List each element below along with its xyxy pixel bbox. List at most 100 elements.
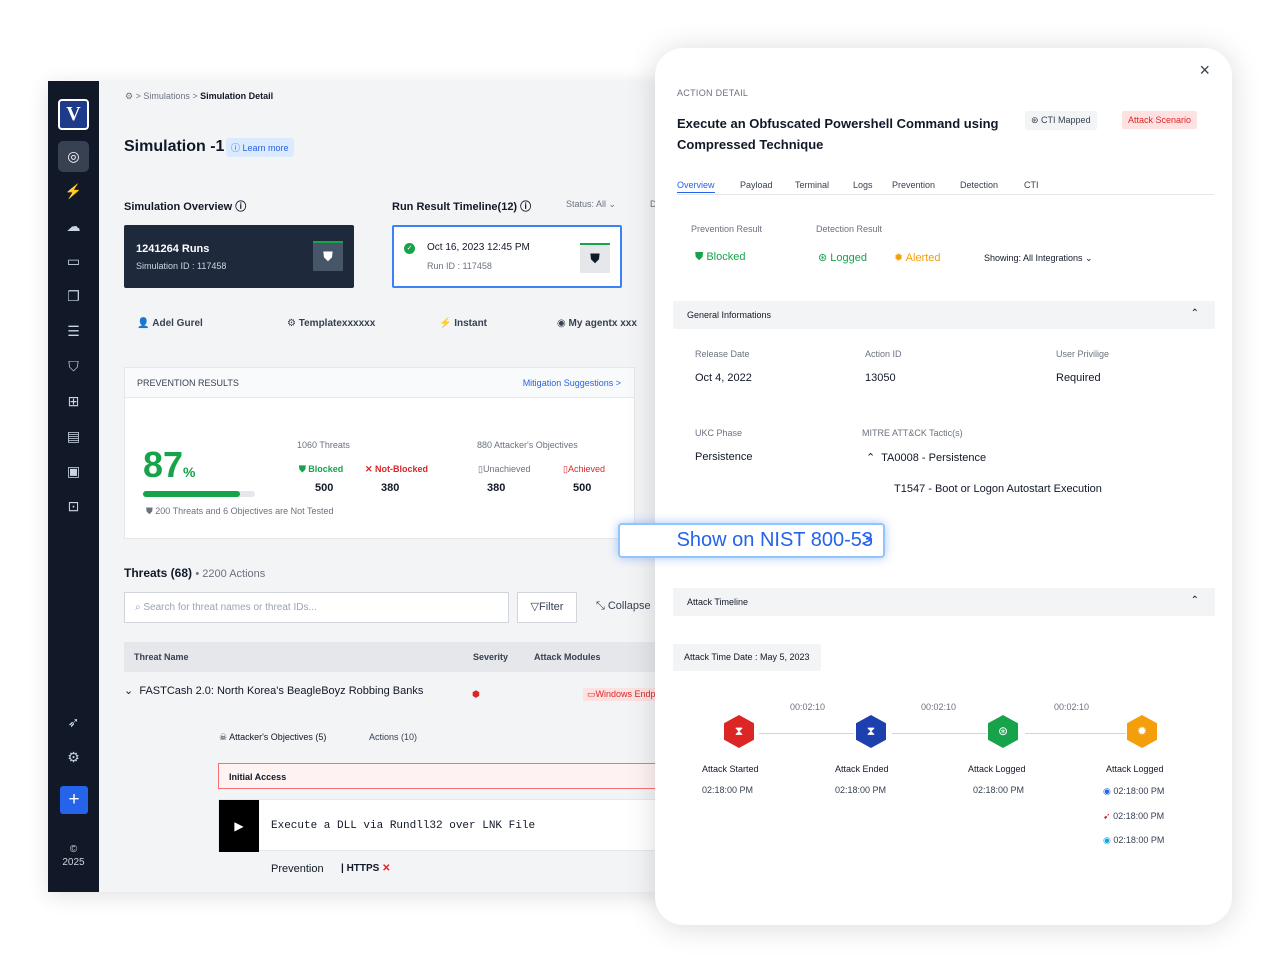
detection-result-label: Detection Result: [816, 224, 883, 234]
objectives-tab[interactable]: ☠ Attacker's Objectives (5): [219, 732, 326, 743]
status-filter[interactable]: Status: All ⌄: [566, 199, 616, 210]
event-label-logged: Attack Logged: [968, 764, 1026, 774]
action-detail-panel: ACTION DETAIL × Execute an Obfuscated Po…: [655, 48, 1232, 925]
action-title: Execute an Obfuscated Powershell Command…: [677, 116, 999, 152]
mitre-technique[interactable]: T1547 - Boot or Logon Autostart Executio…: [894, 483, 1102, 495]
attack-date: Attack Time Date : May 5, 2023: [673, 644, 821, 671]
chrome-icon: ◉: [557, 318, 566, 329]
action-row[interactable]: ▶ Execute a DLL via Rundll32 over LNK Fi…: [218, 799, 688, 852]
runs-count: 1241264 Runs: [136, 243, 210, 255]
tab-overview[interactable]: Overview: [677, 180, 715, 193]
release-date: Oct 4, 2022: [695, 372, 752, 384]
not-blocked-icon: ✕: [382, 863, 391, 874]
play-icon[interactable]: ▶: [219, 800, 259, 852]
settings-icon[interactable]: ⚙: [58, 742, 89, 773]
event-label-started: Attack Started: [702, 764, 759, 774]
cti-mapped-badge: ⊛ CTI Mapped: [1025, 111, 1097, 130]
severity-icon: ⬢: [472, 689, 480, 699]
nav-rail: V ◎ ⚡ ☁ ▭ ❐ ☰ ⛉ ⊞ ▤ ▣ ⊡ ➶ ⚙ + © 2025: [48, 81, 99, 892]
lightning-icon[interactable]: ⚡: [58, 176, 89, 207]
learn-more-link[interactable]: ⓘ Learn more: [226, 138, 294, 157]
shield-icon[interactable]: ⛉: [58, 351, 89, 382]
col-modules: Attack Modules: [534, 652, 601, 662]
crumb-simulations[interactable]: Simulations: [143, 91, 190, 101]
not-blocked-count: 380: [381, 482, 400, 494]
run-date: Oct 16, 2023 12:45 PM: [427, 242, 530, 253]
tab-logs[interactable]: Logs: [853, 180, 873, 190]
timeline-line: [892, 733, 987, 734]
simulation-id: Simulation ID : 117458: [136, 261, 227, 271]
tab-payload[interactable]: Payload: [740, 180, 773, 190]
ukc-phase: Persistence: [695, 451, 753, 463]
apps-icon[interactable]: ⊡: [58, 491, 89, 522]
attack-timeline-header[interactable]: Attack Timeline ⌃: [673, 588, 1215, 616]
tab-detection[interactable]: Detection: [960, 180, 998, 190]
cloud-icon[interactable]: ☁: [58, 211, 89, 242]
action-id: 13050: [865, 372, 896, 384]
prevention-result: ⛊ Blocked: [695, 251, 746, 263]
copyright: © 2025: [62, 844, 85, 868]
falcon-icon: ➹: [1103, 811, 1111, 821]
layers-icon[interactable]: ❐: [58, 281, 89, 312]
overview-card[interactable]: 1241264 Runs Simulation ID : 117458 ⛊: [124, 225, 354, 288]
event-time-ended: 02:18:00 PM: [835, 785, 887, 795]
collapse-button[interactable]: ⤡ Collapse: [596, 600, 651, 613]
add-button[interactable]: +: [60, 786, 88, 814]
tab-prevention[interactable]: Prevention: [892, 180, 935, 190]
duration-3: 00:02:10: [1054, 702, 1090, 712]
general-info-header[interactable]: General Informations ⌃: [673, 301, 1215, 329]
crumb-current: Simulation Detail: [200, 91, 274, 101]
tab-cti[interactable]: CTI: [1024, 180, 1039, 190]
run-card[interactable]: ✓ Oct 16, 2023 12:45 PM Run ID : 117458 …: [392, 225, 622, 288]
nist-button[interactable]: Show on NIST 800-53 >: [618, 523, 885, 558]
home-icon[interactable]: ⚙: [125, 91, 133, 101]
meta-user: 👤 Adel Gurel: [137, 318, 203, 329]
prevention-percent: 87%: [143, 444, 196, 485]
col-severity: Severity: [473, 652, 509, 662]
rocket-icon[interactable]: ➶: [58, 707, 89, 738]
event-label-logged-2: Attack Logged: [1106, 764, 1164, 774]
logged-result: ⊛ Logged: [818, 252, 867, 264]
https-label: | HTTPS ✕: [341, 863, 391, 874]
actions-tab[interactable]: Actions (10): [369, 732, 417, 742]
duration-1: 00:02:10: [790, 702, 826, 712]
monitor-icon[interactable]: ▣: [58, 456, 89, 487]
initial-access-row[interactable]: Initial Access: [218, 763, 688, 789]
tab-terminal[interactable]: Terminal: [795, 180, 829, 190]
filter-button[interactable]: ▽Filter: [517, 592, 577, 623]
integration-icon: ◉: [1103, 786, 1111, 796]
report-icon[interactable]: ▤: [58, 421, 89, 452]
overview-title: Simulation Overview ⓘ: [124, 201, 247, 213]
breadcrumb: ⚙ > Simulations > Simulation Detail: [125, 91, 274, 101]
dashboard-icon[interactable]: ◎: [58, 141, 89, 172]
grid-icon[interactable]: ⊞: [58, 386, 89, 417]
privilege-label: User Privilige: [1056, 349, 1110, 359]
event-time-started: 02:18:00 PM: [702, 785, 754, 795]
extra-time-1: ➹ 02:18:00 PM: [1103, 811, 1165, 821]
integrations-dropdown[interactable]: Showing: All Integrations ⌄: [984, 253, 1093, 264]
filter-icon: ▽: [530, 601, 539, 613]
chevron-up-icon: ⌃: [1190, 308, 1199, 319]
mitigation-link[interactable]: Mitigation Suggestions >: [523, 378, 621, 388]
chevron-down-icon: ⌄: [124, 685, 134, 697]
threats-title: Threats (68) • 2200 Actions: [124, 566, 266, 580]
blocked-label: ⛊ Blocked: [299, 464, 344, 474]
threats-count: 1060 Threats: [297, 440, 350, 450]
close-icon[interactable]: ×: [1199, 60, 1210, 81]
release-date-label: Release Date: [695, 349, 750, 359]
panel-label: ACTION DETAIL: [677, 88, 749, 98]
hourglass-icon: ⧗: [856, 715, 886, 748]
detail-tabs: Overview Payload Terminal Logs Preventio…: [677, 180, 1214, 195]
app-logo[interactable]: V: [58, 99, 89, 130]
threat-search-input[interactable]: ⌕ Search for threat names or threat IDs.…: [124, 592, 509, 623]
list-icon[interactable]: ☰: [58, 316, 89, 347]
timeline-line: [1025, 733, 1126, 734]
user-icon: 👤: [137, 318, 150, 329]
book-icon[interactable]: ▭: [58, 246, 89, 277]
unachieved-label: ▯Unachieved: [478, 464, 531, 474]
prevention-results-card: PREVENTION RESULTS Mitigation Suggestion…: [124, 367, 635, 539]
run-id: Run ID : 117458: [427, 261, 492, 271]
alert-icon: ✹: [1127, 715, 1157, 748]
table-row[interactable]: ⌄ FASTCash 2.0: North Korea's BeagleBoyz…: [124, 684, 423, 697]
mitre-tactic[interactable]: ⌃ TA0008 - Persistence: [866, 451, 986, 464]
